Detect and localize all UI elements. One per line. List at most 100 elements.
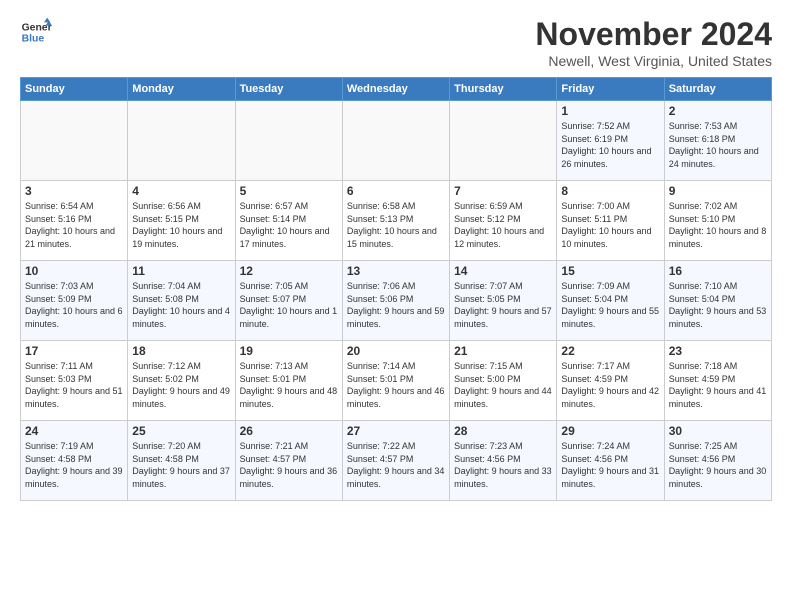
day-number: 13 — [347, 264, 445, 278]
day-number: 18 — [132, 344, 230, 358]
calendar-cell: 24 Sunrise: 7:19 AM Sunset: 4:58 PM Dayli… — [21, 421, 128, 501]
header-saturday: Saturday — [664, 78, 771, 101]
day-number: 12 — [240, 264, 338, 278]
location: Newell, West Virginia, United States — [535, 53, 772, 69]
calendar-cell: 30 Sunrise: 7:25 AM Sunset: 4:56 PM Dayli… — [664, 421, 771, 501]
day-info: Sunrise: 7:24 AM Sunset: 4:56 PM Dayligh… — [561, 440, 659, 490]
day-info: Sunrise: 7:23 AM Sunset: 4:56 PM Dayligh… — [454, 440, 552, 490]
day-info: Sunrise: 7:12 AM Sunset: 5:02 PM Dayligh… — [132, 360, 230, 410]
day-number: 30 — [669, 424, 767, 438]
day-info: Sunrise: 7:00 AM Sunset: 5:11 PM Dayligh… — [561, 200, 659, 250]
day-info: Sunrise: 7:53 AM Sunset: 6:18 PM Dayligh… — [669, 120, 767, 170]
calendar-cell: 13 Sunrise: 7:06 AM Sunset: 5:06 PM Dayli… — [342, 261, 449, 341]
calendar-cell: 5 Sunrise: 6:57 AM Sunset: 5:14 PM Daylig… — [235, 181, 342, 261]
day-info: Sunrise: 7:10 AM Sunset: 5:04 PM Dayligh… — [669, 280, 767, 330]
day-info: Sunrise: 7:14 AM Sunset: 5:01 PM Dayligh… — [347, 360, 445, 410]
calendar-cell: 28 Sunrise: 7:23 AM Sunset: 4:56 PM Dayli… — [450, 421, 557, 501]
week-row-1: 3Sunrise: 6:54 AM Sunset: 5:16 PM Daylig… — [21, 181, 772, 261]
day-info: Sunrise: 7:13 AM Sunset: 5:01 PM Dayligh… — [240, 360, 338, 410]
day-info: Sunrise: 6:58 AM Sunset: 5:13 PM Dayligh… — [347, 200, 445, 250]
day-number: 6 — [347, 184, 445, 198]
day-info: Sunrise: 7:02 AM Sunset: 5:10 PM Dayligh… — [669, 200, 767, 250]
header-thursday: Thursday — [450, 78, 557, 101]
calendar-header-row: Sunday Monday Tuesday Wednesday Thursday… — [21, 78, 772, 101]
day-number: 20 — [347, 344, 445, 358]
calendar-cell: 17Sunrise: 7:11 AM Sunset: 5:03 PM Dayli… — [21, 341, 128, 421]
calendar-cell: 6 Sunrise: 6:58 AM Sunset: 5:13 PM Daylig… — [342, 181, 449, 261]
day-info: Sunrise: 7:09 AM Sunset: 5:04 PM Dayligh… — [561, 280, 659, 330]
calendar-cell: 21Sunrise: 7:15 AM Sunset: 5:00 PM Dayli… — [450, 341, 557, 421]
calendar-cell: 11 Sunrise: 7:04 AM Sunset: 5:08 PM Dayli… — [128, 261, 235, 341]
day-info: Sunrise: 7:06 AM Sunset: 5:06 PM Dayligh… — [347, 280, 445, 330]
calendar-cell: 14Sunrise: 7:07 AM Sunset: 5:05 PM Dayli… — [450, 261, 557, 341]
calendar-cell: 7 Sunrise: 6:59 AM Sunset: 5:12 PM Daylig… — [450, 181, 557, 261]
day-info: Sunrise: 6:57 AM Sunset: 5:14 PM Dayligh… — [240, 200, 338, 250]
calendar-cell: 1 Sunrise: 7:52 AM Sunset: 6:19 PM Daylig… — [557, 101, 664, 181]
header-wednesday: Wednesday — [342, 78, 449, 101]
calendar-cell: 26 Sunrise: 7:21 AM Sunset: 4:57 PM Dayli… — [235, 421, 342, 501]
day-number: 22 — [561, 344, 659, 358]
calendar: Sunday Monday Tuesday Wednesday Thursday… — [20, 77, 772, 501]
week-row-4: 24 Sunrise: 7:19 AM Sunset: 4:58 PM Dayli… — [21, 421, 772, 501]
day-number: 28 — [454, 424, 552, 438]
calendar-cell: 25 Sunrise: 7:20 AM Sunset: 4:58 PM Dayli… — [128, 421, 235, 501]
calendar-cell: 27Sunrise: 7:22 AM Sunset: 4:57 PM Dayli… — [342, 421, 449, 501]
calendar-cell — [21, 101, 128, 181]
day-info: Sunrise: 7:22 AM Sunset: 4:57 PM Dayligh… — [347, 440, 445, 490]
day-number: 11 — [132, 264, 230, 278]
day-number: 5 — [240, 184, 338, 198]
calendar-cell — [450, 101, 557, 181]
header-friday: Friday — [557, 78, 664, 101]
calendar-cell: 9Sunrise: 7:02 AM Sunset: 5:10 PM Daylig… — [664, 181, 771, 261]
day-number: 21 — [454, 344, 552, 358]
week-row-3: 17Sunrise: 7:11 AM Sunset: 5:03 PM Dayli… — [21, 341, 772, 421]
calendar-cell: 29 Sunrise: 7:24 AM Sunset: 4:56 PM Dayli… — [557, 421, 664, 501]
day-info: Sunrise: 7:19 AM Sunset: 4:58 PM Dayligh… — [25, 440, 123, 490]
calendar-cell: 8 Sunrise: 7:00 AM Sunset: 5:11 PM Daylig… — [557, 181, 664, 261]
day-info: Sunrise: 7:20 AM Sunset: 4:58 PM Dayligh… — [132, 440, 230, 490]
day-info: Sunrise: 7:17 AM Sunset: 4:59 PM Dayligh… — [561, 360, 659, 410]
day-number: 23 — [669, 344, 767, 358]
header-sunday: Sunday — [21, 78, 128, 101]
day-info: Sunrise: 7:05 AM Sunset: 5:07 PM Dayligh… — [240, 280, 338, 330]
title-block: November 2024 Newell, West Virginia, Uni… — [535, 16, 772, 69]
svg-text:Blue: Blue — [22, 34, 45, 45]
day-info: Sunrise: 7:03 AM Sunset: 5:09 PM Dayligh… — [25, 280, 123, 330]
day-number: 15 — [561, 264, 659, 278]
day-number: 25 — [132, 424, 230, 438]
calendar-cell — [342, 101, 449, 181]
header: General Blue November 2024 Newell, West … — [20, 16, 772, 69]
day-number: 8 — [561, 184, 659, 198]
day-info: Sunrise: 6:59 AM Sunset: 5:12 PM Dayligh… — [454, 200, 552, 250]
header-monday: Monday — [128, 78, 235, 101]
calendar-cell: 16 Sunrise: 7:10 AM Sunset: 5:04 PM Dayli… — [664, 261, 771, 341]
day-number: 29 — [561, 424, 659, 438]
calendar-cell: 23Sunrise: 7:18 AM Sunset: 4:59 PM Dayli… — [664, 341, 771, 421]
day-info: Sunrise: 6:54 AM Sunset: 5:16 PM Dayligh… — [25, 200, 123, 250]
day-info: Sunrise: 7:04 AM Sunset: 5:08 PM Dayligh… — [132, 280, 230, 330]
day-info: Sunrise: 7:52 AM Sunset: 6:19 PM Dayligh… — [561, 120, 659, 170]
calendar-cell: 3Sunrise: 6:54 AM Sunset: 5:16 PM Daylig… — [21, 181, 128, 261]
day-number: 16 — [669, 264, 767, 278]
day-number: 7 — [454, 184, 552, 198]
day-info: Sunrise: 7:25 AM Sunset: 4:56 PM Dayligh… — [669, 440, 767, 490]
week-row-0: 1 Sunrise: 7:52 AM Sunset: 6:19 PM Daylig… — [21, 101, 772, 181]
day-info: Sunrise: 6:56 AM Sunset: 5:15 PM Dayligh… — [132, 200, 230, 250]
calendar-cell: 10Sunrise: 7:03 AM Sunset: 5:09 PM Dayli… — [21, 261, 128, 341]
calendar-cell: 19 Sunrise: 7:13 AM Sunset: 5:01 PM Dayli… — [235, 341, 342, 421]
day-number: 4 — [132, 184, 230, 198]
calendar-cell: 2Sunrise: 7:53 AM Sunset: 6:18 PM Daylig… — [664, 101, 771, 181]
calendar-cell — [235, 101, 342, 181]
logo-icon: General Blue — [20, 16, 52, 48]
calendar-cell: 12 Sunrise: 7:05 AM Sunset: 5:07 PM Dayli… — [235, 261, 342, 341]
day-number: 26 — [240, 424, 338, 438]
calendar-cell: 20 Sunrise: 7:14 AM Sunset: 5:01 PM Dayli… — [342, 341, 449, 421]
logo: General Blue — [20, 16, 52, 48]
day-number: 1 — [561, 104, 659, 118]
header-tuesday: Tuesday — [235, 78, 342, 101]
calendar-cell: 18 Sunrise: 7:12 AM Sunset: 5:02 PM Dayli… — [128, 341, 235, 421]
day-number: 19 — [240, 344, 338, 358]
day-info: Sunrise: 7:07 AM Sunset: 5:05 PM Dayligh… — [454, 280, 552, 330]
day-info: Sunrise: 7:21 AM Sunset: 4:57 PM Dayligh… — [240, 440, 338, 490]
day-number: 24 — [25, 424, 123, 438]
